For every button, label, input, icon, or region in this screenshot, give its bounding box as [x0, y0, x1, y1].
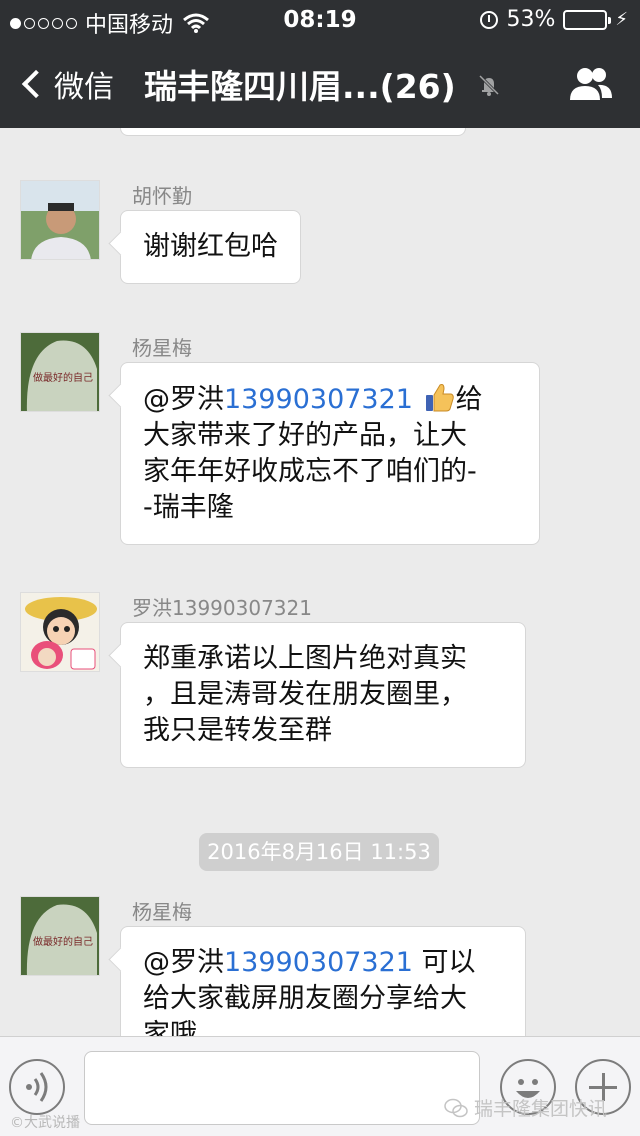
message-input[interactable] [84, 1051, 480, 1125]
voice-button[interactable] [9, 1059, 65, 1115]
message-line: @罗洪13990307321 给 [143, 381, 517, 418]
back-button[interactable]: 微信 [20, 62, 114, 106]
message-bubble[interactable]: @罗洪13990307321 给 大家带来了好的产品，让大 家年年好收成忘不了咱… [120, 362, 540, 545]
voice-icon [26, 1072, 48, 1102]
message-text: ，且是涛哥发在朋友圈里， [143, 679, 467, 710]
message-text: 我只是转发至群 [143, 715, 332, 746]
message-text: 大家带来了好的产品，让大 [143, 420, 467, 451]
person-photo-icon [21, 181, 99, 259]
watermark-right: 瑞丰隆集团快讯 [444, 1094, 607, 1121]
message-text: 郑重承诺以上图片绝对真实 [143, 643, 467, 674]
stone-photo-icon: 做最好的自己 [21, 897, 99, 975]
mention-text: @罗洪 [143, 947, 224, 978]
svg-text:做最好的自己: 做最好的自己 [33, 935, 93, 948]
status-right: 53% ⚡ [480, 7, 628, 32]
charging-icon: ⚡ [615, 9, 628, 30]
battery-icon [563, 9, 612, 30]
avatar[interactable]: 做最好的自己 [20, 332, 100, 412]
watermark-text: 瑞丰隆集团快讯 [474, 1098, 608, 1120]
sender-name: 罗洪13990307321 [132, 596, 312, 620]
cartoon-avatar-icon [21, 593, 99, 671]
previous-message-bubble[interactable] [120, 128, 466, 136]
message-text: 家年年好收成忘不了咱们的- [143, 456, 477, 487]
phone-link[interactable]: 13990307321 [224, 947, 413, 978]
phone-link[interactable]: 13990307321 [224, 384, 413, 415]
message-text: 谢谢红包哈 [143, 231, 278, 262]
status-bar: 中国移动 08:19 53% ⚡ [0, 0, 640, 40]
avatar[interactable] [20, 180, 100, 260]
chat-area[interactable]: 胡怀勤 谢谢红包哈 做最好的自己 杨星梅 @罗洪13990307321 给 大家… [0, 128, 640, 1036]
timestamp-badge: 2016年8月16日 11:53 [199, 833, 439, 871]
message-text: 给 [455, 384, 483, 415]
top-bar: 中国移动 08:19 53% ⚡ 微信 瑞丰隆四川眉...(26) [0, 0, 640, 128]
battery-percent: 53% [506, 7, 556, 32]
message-bubble[interactable]: 郑重承诺以上图片绝对真实 ，且是涛哥发在朋友圈里， 我只是转发至群 [120, 622, 526, 768]
mention-text: @罗洪 [143, 384, 224, 415]
avatar[interactable]: 做最好的自己 [20, 896, 100, 976]
message-line: @罗洪13990307321 可以 [143, 945, 503, 981]
svg-text:做最好的自己: 做最好的自己 [33, 371, 93, 384]
back-label: 微信 [54, 70, 114, 105]
chat-title: 瑞丰隆四川眉...(26) [144, 67, 456, 106]
sender-name: 胡怀勤 [132, 184, 192, 208]
alarm-icon [480, 10, 499, 29]
chevron-left-icon [21, 69, 51, 99]
message-text: 给大家截屏朋友圈分享给大 [143, 983, 467, 1014]
stone-photo-icon: 做最好的自己 [21, 333, 99, 411]
watermark-left: ©大武说播 [10, 1115, 80, 1131]
avatar[interactable] [20, 592, 100, 672]
bell-muted-icon [478, 74, 500, 96]
message-text: -瑞丰隆 [143, 492, 234, 523]
input-bar [0, 1036, 640, 1136]
nav-bar: 微信 瑞丰隆四川眉...(26) [0, 40, 640, 128]
sender-name: 杨星梅 [132, 900, 192, 924]
wechat-logo-icon [444, 1098, 468, 1117]
message-text: 可以 [412, 947, 476, 978]
message-bubble[interactable]: @罗洪13990307321 可以 给大家截屏朋友圈分享给大 家哦 [120, 926, 526, 1036]
message-text: 家哦 [143, 1019, 197, 1036]
thumbs-up-icon [425, 384, 454, 412]
people-icon[interactable] [568, 66, 614, 102]
sender-name: 杨星梅 [132, 336, 192, 360]
message-bubble[interactable]: 谢谢红包哈 [120, 210, 301, 284]
